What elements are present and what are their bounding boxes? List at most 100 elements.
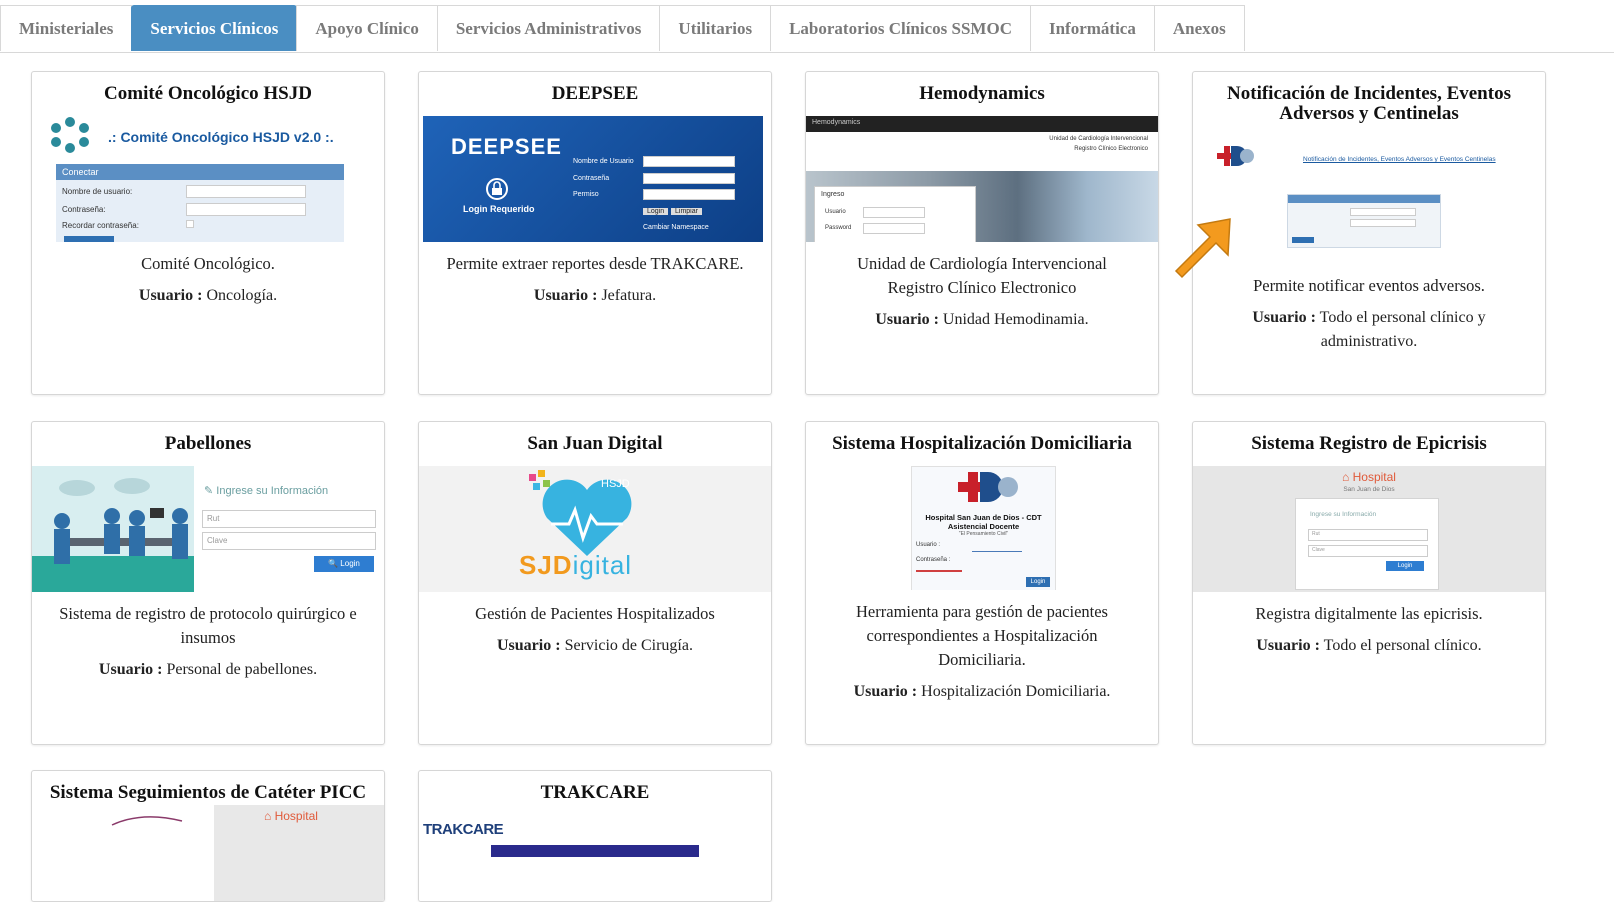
- thumb-link: Cambiar Namespace: [643, 224, 709, 231]
- card-user: Usuario : Todo el personal clínico.: [1193, 626, 1545, 658]
- app-card-trakcare[interactable]: TRAKCARE TRAKCARE: [418, 770, 772, 902]
- card-thumbnail[interactable]: Hemodynamics Unidad de Cardiología Inter…: [806, 116, 1158, 242]
- thumb-link: Notificación de Incidentes, Eventos Adve…: [1303, 156, 1496, 163]
- tab-servicios-administrativos[interactable]: Servicios Administrativos: [436, 5, 661, 51]
- thumb-login-text: Login Requerido: [463, 204, 535, 214]
- thumb-field-label: Nombre de usuario:: [62, 187, 133, 196]
- app-card-notificacion-incidentes[interactable]: Notificación de Incidentes, Eventos Adve…: [1192, 71, 1546, 395]
- thumb-field: [1350, 219, 1416, 227]
- user-value: Servicio de Cirugía.: [564, 637, 693, 654]
- card-thumbnail[interactable]: DEEPSEE Login Requerido Nombre de Usuari…: [423, 116, 763, 242]
- thumb-navbar: Hemodynamics: [806, 116, 1158, 132]
- card-description: Herramienta para gestión de pacientes co…: [856, 602, 1108, 669]
- card-description: Comité Oncológico.: [141, 254, 275, 273]
- thumb-field-label: Clave: [207, 536, 228, 545]
- thumb-prompt-text: Ingrese su Información: [216, 485, 329, 497]
- hospital-logo-icon: [1217, 146, 1254, 166]
- card-thumbnail[interactable]: ⌂ Hospital San Juan de Dios Ingrese su I…: [1193, 466, 1545, 592]
- app-card-hemodynamics[interactable]: Hemodynamics Hemodynamics Unidad de Card…: [805, 71, 1159, 395]
- tab-anexos[interactable]: Anexos: [1153, 5, 1245, 51]
- app-card-cateter-picc[interactable]: Sistema Seguimientos de Catéter PICC ⌂ H…: [31, 770, 385, 902]
- thumb-logo: TRAKCARE: [423, 821, 504, 838]
- tab-laboratorios-clinicos[interactable]: Laboratorios Clínicos SSMOC: [770, 5, 1031, 51]
- tab-utilitarios[interactable]: Utilitarios: [659, 5, 772, 51]
- card-title: Sistema Seguimientos de Catéter PICC: [49, 782, 367, 803]
- card-thumbnail[interactable]: HSJD SJDigital: [419, 466, 771, 592]
- user-label: Usuario :: [1252, 309, 1316, 326]
- thumb-field-label: Usuario: [825, 209, 846, 215]
- thumb-subheading: San Juan de Dios: [1343, 486, 1395, 493]
- user-label: Usuario :: [497, 637, 561, 654]
- card-title: Hemodynamics: [919, 83, 1045, 104]
- tab-ministeriales[interactable]: Ministeriales: [0, 5, 133, 51]
- card-thumbnail[interactable]: Notificación de Incidentes, Eventos Adve…: [1193, 142, 1545, 258]
- thumb-select: [643, 189, 735, 200]
- card-thumbnail[interactable]: ⌂ Hospital: [32, 805, 384, 901]
- card-user: Usuario : Personal de pabellones.: [32, 650, 384, 682]
- thumb-prompt: ✎ Ingrese su Información: [204, 485, 329, 497]
- card-description: Registra digitalmente las epicrisis.: [1255, 604, 1483, 623]
- app-card-comite-oncologico[interactable]: Comité Oncológico HSJD .: Comité Oncológ…: [31, 71, 385, 395]
- thumb-field-label: Usuario :: [916, 542, 941, 548]
- card-thumbnail[interactable]: TRAKCARE: [419, 815, 771, 901]
- thumb-brand: ⌂ Hospital: [1342, 470, 1396, 484]
- thumb-field: [643, 156, 735, 167]
- card-description: Permite extraer reportes desde TRAKCARE.: [446, 254, 744, 273]
- card-description: Gestión de Pacientes Hospitalizados: [475, 604, 715, 623]
- thumb-field: Clave: [202, 532, 376, 550]
- catheter-illustration-icon: [111, 816, 183, 826]
- user-value: Todo el personal clínico y administrativ…: [1319, 309, 1486, 350]
- card-description: Permite notificar eventos adversos.: [1253, 276, 1485, 295]
- card-thumbnail[interactable]: .: Comité Oncológico HSJD v2.0 :. Conect…: [32, 116, 384, 242]
- card-user: Usuario : Servicio de Cirugía.: [419, 626, 771, 658]
- thumb-button-text: Login: [340, 559, 360, 568]
- user-label: Usuario :: [533, 287, 598, 304]
- thumb-field: [186, 185, 306, 198]
- card-user: Usuario : Hospitalización Domiciliaria.: [806, 672, 1158, 704]
- thumb-field-label: Nombre de Usuario: [573, 158, 634, 165]
- thumb-field-label: Contraseña: [573, 175, 610, 182]
- tab-apoyo-clinico[interactable]: Apoyo Clínico: [296, 5, 438, 51]
- card-user: Usuario : Oncología.: [32, 276, 384, 308]
- thumb-logo-text: SJDigital: [519, 550, 632, 581]
- user-value: Personal de pabellones.: [166, 661, 318, 678]
- thumb-checkbox: [186, 220, 194, 228]
- pointer-arrow-icon: [1174, 218, 1231, 279]
- thumb-logo-sj: SJD: [519, 550, 573, 580]
- card-title: Comité Oncológico HSJD: [104, 83, 312, 104]
- card-description: Sistema de registro de protocolo quirúrg…: [59, 604, 357, 647]
- app-card-pabellones[interactable]: Pabellones ✎ Ingrese su Información Rut …: [31, 421, 385, 745]
- thumb-logo: DEEPSEE: [451, 134, 562, 159]
- thumb-field-label: Rut: [207, 514, 220, 523]
- thumb-heading: Asistencial Docente: [947, 522, 1020, 531]
- thumb-field: [186, 203, 306, 216]
- thumb-field-label: Permiso: [573, 191, 599, 198]
- card-title: Notificación de Incidentes, Eventos Adve…: [1227, 83, 1511, 124]
- thumb-panel-title: Conectar: [62, 167, 99, 177]
- thumb-field: [643, 173, 735, 184]
- tab-servicios-clinicos[interactable]: Servicios Clínicos: [131, 5, 298, 51]
- thumb-login-panel: Conectar Nombre de usuario: Contraseña: …: [56, 164, 344, 242]
- app-card-registro-epicrisis[interactable]: Sistema Registro de Epicrisis ⌂ Hospital…: [1192, 421, 1546, 745]
- thumb-field-label: Contraseña :: [916, 557, 951, 563]
- thumb-login-title: Ingreso: [821, 191, 845, 198]
- thumb-field: [863, 223, 925, 234]
- thumb-panel-body: Nombre de usuario: Contraseña: Recordar …: [56, 180, 344, 242]
- app-card-deepsee[interactable]: DEEPSEE DEEPSEE Login Requerido Nombre d…: [418, 71, 772, 395]
- card-title: TRAKCARE: [540, 782, 650, 803]
- thumb-heading: Unidad de Cardiología Intervencional: [1049, 136, 1148, 142]
- heart-logo-icon: [529, 470, 632, 556]
- card-thumbnail[interactable]: ✎ Ingrese su Información Rut Clave 🔍 Log…: [32, 466, 384, 592]
- app-card-san-juan-digital[interactable]: San Juan Digital HSJD SJDigital Gestión …: [418, 421, 772, 745]
- tab-informatica[interactable]: Informática: [1029, 5, 1155, 51]
- thumb-prompt: Ingrese su Información: [1310, 511, 1377, 518]
- thumb-header: .: Comité Oncológico HSJD v2.0 :.: [108, 129, 334, 145]
- user-value: Unidad Hemodinamia.: [942, 311, 1089, 328]
- thumb-button: Login: [1386, 561, 1424, 571]
- card-user: Usuario : Unidad Hemodinamia.: [806, 300, 1158, 332]
- card-title: Sistema Hospitalización Domiciliaria: [832, 433, 1132, 454]
- card-thumbnail[interactable]: Hospital San Juan de Dios - CDT Asistenc…: [806, 466, 1158, 590]
- card-user: Usuario : Todo el personal clínico y adm…: [1193, 298, 1545, 354]
- card-title: Pabellones: [164, 433, 252, 454]
- app-card-hospitalizacion-domiciliaria[interactable]: Sistema Hospitalización Domiciliaria Hos…: [805, 421, 1159, 745]
